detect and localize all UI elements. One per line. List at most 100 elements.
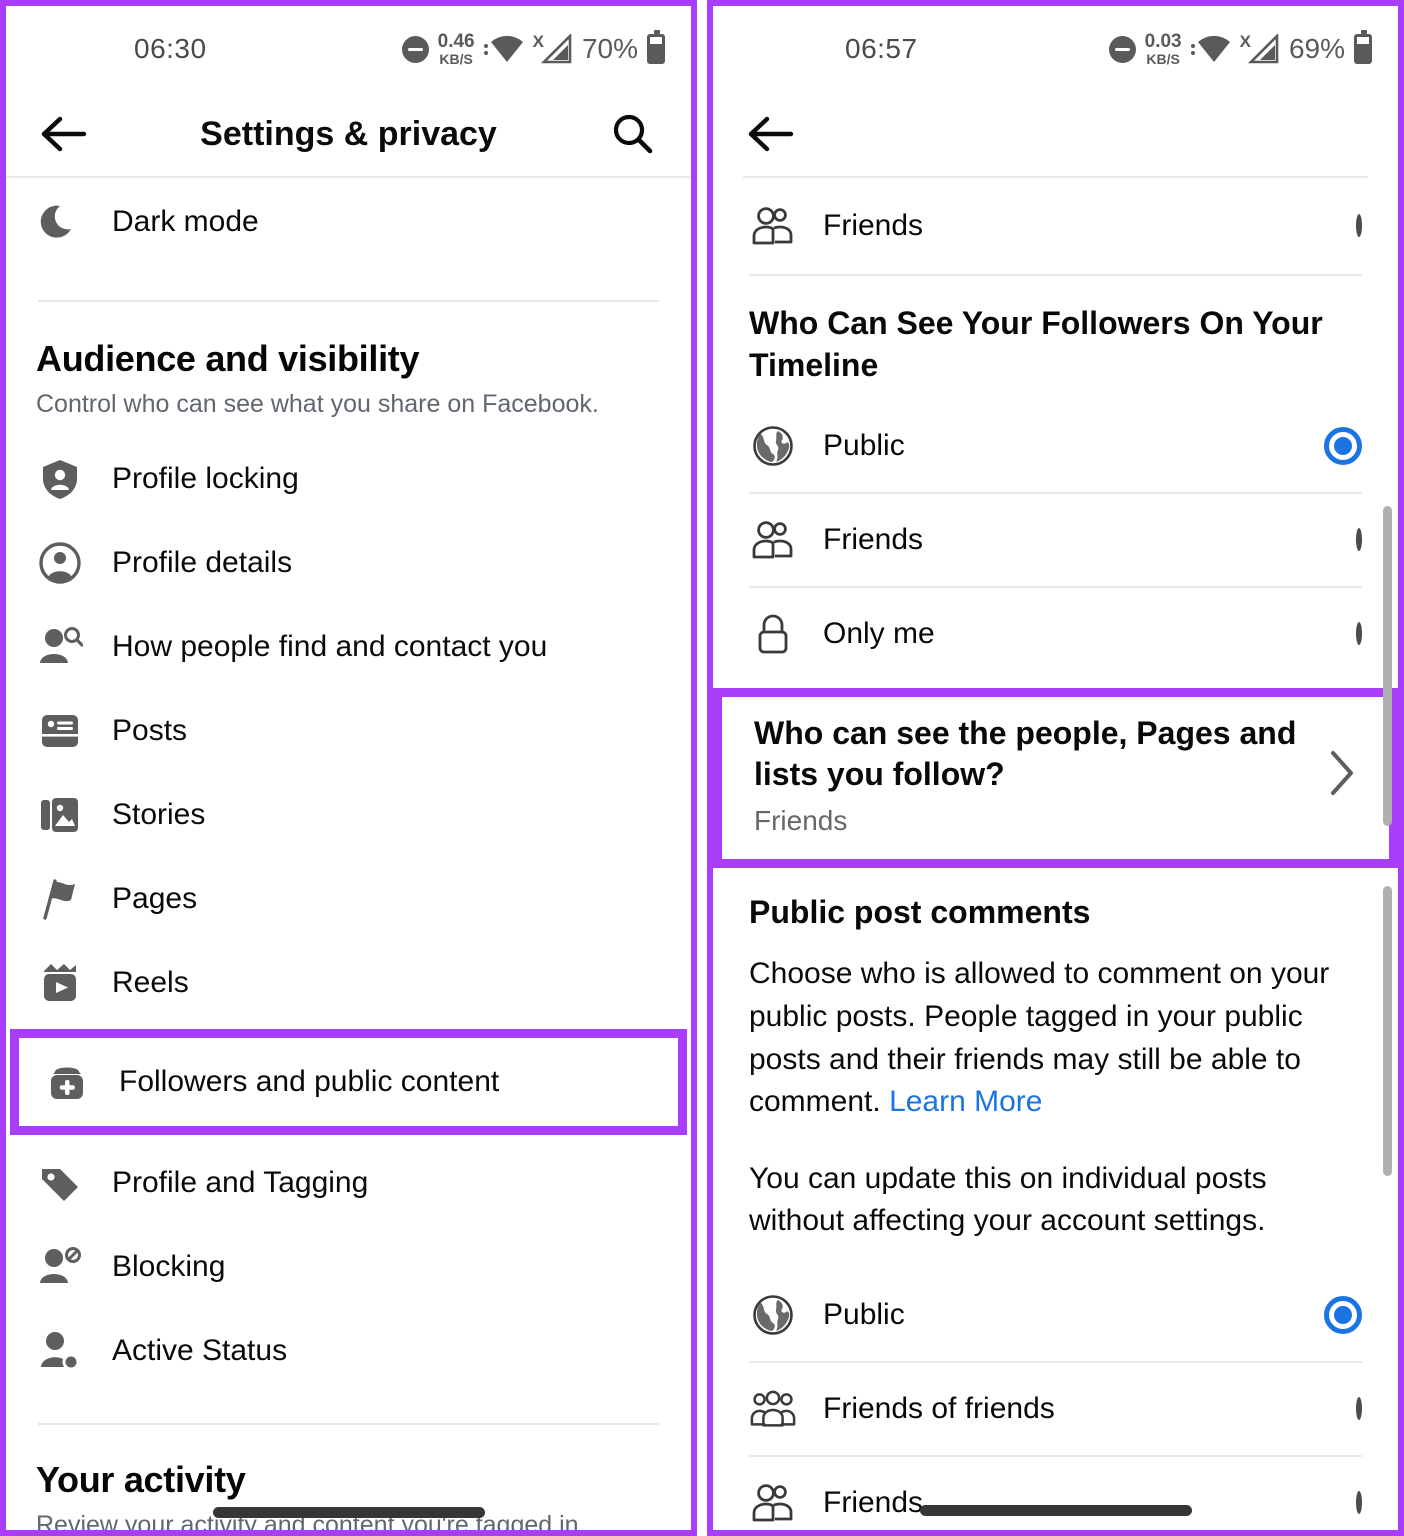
- search-icon[interactable]: [605, 106, 661, 162]
- option-row-friends-comments[interactable]: Friends: [713, 1457, 1398, 1530]
- sidebar-item-label: Followers and public content: [119, 1065, 500, 1098]
- sidebar-item-label: Profile locking: [112, 462, 299, 495]
- network-speed-indicator: 0.03 KB/S: [1145, 32, 1182, 66]
- network-speed-indicator: 0.46 KB/S: [438, 32, 475, 66]
- option-label: Public: [823, 429, 905, 463]
- public-post-comments-paragraph-1: Choose who is allowed to comment on your…: [713, 931, 1398, 1123]
- option-label: Friends: [823, 523, 924, 557]
- network-speed-value: 0.46: [437, 31, 475, 52]
- section-heading-public-post-comments: Public post comments: [749, 894, 1091, 931]
- public-post-comments-paragraph-2: You can update this on individual posts …: [749, 1161, 1267, 1238]
- home-indicator: [919, 1505, 1192, 1516]
- sidebar-item-label: Stories: [112, 798, 206, 831]
- sidebar-item-label: Reels: [112, 966, 189, 999]
- sidebar-item-label: How people find and contact you: [112, 630, 548, 663]
- lock-icon: [749, 610, 797, 658]
- pages-flag-icon: [36, 875, 84, 923]
- globe-icon: [749, 422, 797, 470]
- sidebar-item-profile-details[interactable]: Profile details: [6, 521, 691, 605]
- wifi-icon: [1190, 35, 1231, 63]
- status-system-icons: 0.03 KB/S X 69%: [1108, 30, 1372, 66]
- option-row-only-me-followers[interactable]: Only me: [713, 588, 1398, 680]
- nav-question: Who can see the people, Pages and lists …: [754, 715, 1297, 793]
- screenshot-stage: 06:30 0.46 KB/S X 70% Settings & privacy…: [0, 0, 1404, 1536]
- sidebar-item-profile-and-tagging[interactable]: Profile and Tagging: [6, 1141, 691, 1225]
- home-indicator: [212, 1507, 485, 1518]
- right-app-bar: [713, 92, 1398, 176]
- profile-circle-icon: [36, 539, 84, 587]
- do-not-disturb-icon: [1108, 35, 1136, 63]
- sidebar-item-active-status[interactable]: Active Status: [6, 1309, 691, 1393]
- network-speed-unit: KB/S: [1146, 51, 1180, 67]
- option-row-friends-top[interactable]: Friends: [713, 178, 1398, 274]
- sidebar-item-pages[interactable]: Pages: [6, 857, 691, 941]
- sidebar-item-reels[interactable]: Reels: [6, 941, 691, 1025]
- friends-icon: [749, 516, 797, 564]
- radio-button[interactable]: [1356, 1396, 1362, 1420]
- battery-icon: [647, 30, 665, 64]
- section-subtitle: Control who can see what you share on Fa…: [36, 390, 599, 418]
- sidebar-item-followers-and-public-content[interactable]: Followers and public content: [19, 1038, 678, 1126]
- network-speed-unit: KB/S: [439, 51, 473, 67]
- network-speed-value: 0.03: [1144, 31, 1182, 52]
- option-row-public-followers[interactable]: Public: [713, 400, 1398, 492]
- followers-bag-plus-icon: [43, 1058, 91, 1106]
- wifi-icon: [483, 35, 524, 63]
- back-arrow-icon[interactable]: [743, 106, 799, 162]
- person-block-icon: [36, 1243, 84, 1291]
- sidebar-item-label: Active Status: [112, 1334, 288, 1367]
- friends-icon: [749, 202, 797, 250]
- back-arrow-icon[interactable]: [36, 106, 92, 162]
- left-app-bar: Settings & privacy: [6, 92, 691, 176]
- chevron-right-icon: [1325, 747, 1359, 804]
- list-item-label: Dark mode: [112, 205, 259, 238]
- radio-button[interactable]: [1356, 622, 1362, 646]
- moon-icon: [36, 198, 84, 246]
- vertical-scrollbar-lower[interactable]: [1383, 886, 1392, 1176]
- option-row-friends-followers[interactable]: Friends: [713, 494, 1398, 586]
- status-system-icons: 0.46 KB/S X 70%: [401, 30, 665, 66]
- sidebar-item-stories[interactable]: Stories: [6, 773, 691, 857]
- sidebar-item-profile-locking[interactable]: Profile locking: [6, 437, 691, 521]
- sidebar-item-how-people-find-you[interactable]: How people find and contact you: [6, 605, 691, 689]
- sidebar-item-posts[interactable]: Posts: [6, 689, 691, 773]
- friends-of-friends-icon: [749, 1385, 797, 1433]
- radio-button[interactable]: [1356, 214, 1362, 237]
- radio-button[interactable]: [1356, 1490, 1362, 1514]
- right-phone-panel: 06:57 0.03 KB/S X 69% Friends Who Can Se…: [707, 0, 1404, 1536]
- sidebar-item-label: Posts: [112, 714, 188, 747]
- list-item-dark-mode[interactable]: Dark mode: [6, 178, 691, 266]
- shield-person-icon: [36, 455, 84, 503]
- sidebar-item-blocking[interactable]: Blocking: [6, 1225, 691, 1309]
- vertical-scrollbar-upper[interactable]: [1383, 506, 1392, 826]
- option-row-public-comments[interactable]: Public: [713, 1269, 1398, 1361]
- sidebar-item-label: Pages: [112, 882, 198, 915]
- friends-icon: [749, 1479, 797, 1527]
- globe-icon: [749, 1291, 797, 1339]
- radio-button-selected[interactable]: [1324, 427, 1362, 466]
- battery-percent: 70%: [581, 33, 638, 64]
- signal-no-sim-icon: X: [533, 32, 573, 64]
- nav-row-who-can-see-follows[interactable]: Who can see the people, Pages and lists …: [722, 697, 1389, 859]
- left-phone-panel: 06:30 0.46 KB/S X 70% Settings & privacy…: [0, 0, 697, 1536]
- option-label: Only me: [823, 617, 935, 651]
- sidebar-item-label: Profile and Tagging: [112, 1166, 369, 1199]
- section-header-activity: Your activity Review your activity and c…: [6, 1425, 691, 1530]
- learn-more-link[interactable]: Learn More: [889, 1085, 1042, 1118]
- highlight-box-followers: Followers and public content: [10, 1029, 687, 1135]
- sidebar-item-label: Blocking: [112, 1250, 226, 1283]
- option-label: Friends: [823, 209, 924, 242]
- section-title: Your activity: [36, 1459, 246, 1500]
- radio-button[interactable]: [1356, 528, 1362, 552]
- do-not-disturb-icon: [401, 35, 429, 63]
- battery-percent: 69%: [1288, 33, 1345, 64]
- section-heading-followers: Who Can See Your Followers On Your Timel…: [749, 305, 1323, 384]
- page-title: Settings & privacy: [200, 114, 497, 153]
- signal-no-sim-icon: X: [1240, 32, 1280, 64]
- stories-photo-icon: [36, 791, 84, 839]
- sidebar-item-label: Profile details: [112, 546, 293, 579]
- section-title: Audience and visibility: [36, 338, 420, 379]
- option-row-friends-of-friends[interactable]: Friends of friends: [713, 1363, 1398, 1455]
- radio-button-selected[interactable]: [1324, 1295, 1362, 1334]
- battery-icon: [1354, 30, 1372, 64]
